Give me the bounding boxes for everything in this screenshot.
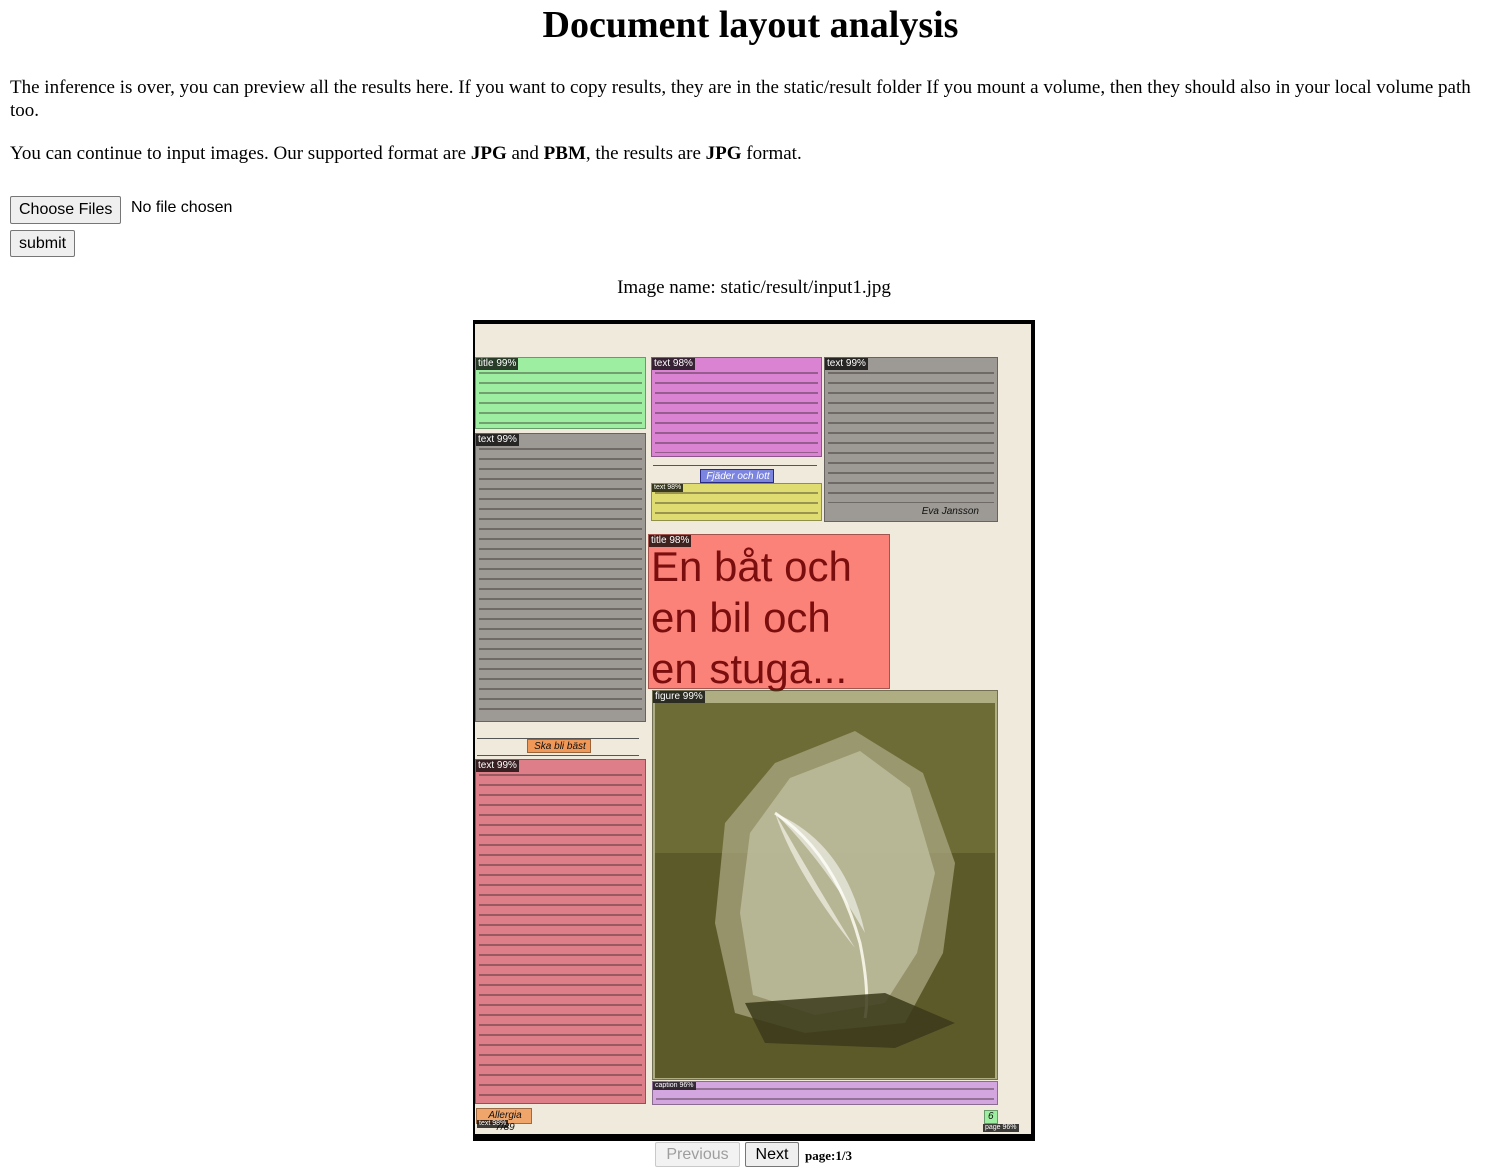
format-and: and (506, 143, 544, 164)
section-heading: Fjäder och lott (706, 471, 770, 482)
region-label: text 99% (825, 358, 868, 370)
submit-button[interactable]: submit (10, 230, 76, 257)
page-indicator: page:1/3 (805, 1148, 852, 1163)
format-pbm: PBM (543, 143, 586, 164)
headline-text: En båt och en bil och en stuga... (651, 543, 852, 692)
region-label: page 96% (983, 1124, 1019, 1132)
region-label: text 99% (476, 434, 519, 446)
file-status: No file chosen (131, 199, 233, 216)
text-region: text 98% (651, 357, 822, 457)
text-lines (656, 1088, 994, 1101)
intro-text: The inference is over, you can preview a… (10, 77, 1471, 121)
next-button[interactable]: Next (745, 1142, 799, 1167)
image-name-label: Image name: static/result/input1.jpg (617, 277, 891, 298)
text-region: Allergia 7/89 text 98% (476, 1108, 532, 1133)
format-text: You can continue to input images. Our su… (10, 142, 1480, 165)
text-lines (479, 774, 642, 1100)
subheading-region: Ska bli bäst (527, 739, 591, 753)
choose-files-button[interactable]: Choose Files (10, 196, 122, 224)
text-region: text 99% (475, 433, 646, 722)
document-page: title 99% text 98% text 99% Eva Jansson … (475, 324, 1031, 1134)
format-mid: , the results are (585, 143, 706, 164)
previous-button[interactable]: Previous (655, 1142, 740, 1167)
region-label: title 99% (476, 358, 519, 370)
page-number-region: 6 (984, 1110, 998, 1124)
rule (653, 465, 817, 466)
text-lines (655, 372, 818, 453)
byline: Eva Jansson (921, 506, 979, 517)
region-label: figure 99% (653, 691, 705, 703)
page-title: Document layout analysis (542, 4, 959, 46)
text-lines (479, 372, 642, 425)
text-region: text 98% (651, 483, 822, 521)
feather-photo (655, 703, 995, 1078)
caption-region: caption 96% (652, 1081, 998, 1105)
region-label: text 98% (652, 484, 684, 492)
region-label: text 98% (477, 1120, 509, 1128)
region-label: text 99% (476, 760, 519, 772)
text-region: text 99% Eva Jansson (824, 357, 998, 522)
section-heading: Ska bli bäst (534, 741, 586, 752)
title-region: title 99% (475, 357, 646, 429)
result-image: title 99% text 98% text 99% Eva Jansson … (473, 320, 1035, 1141)
format-jpg-result: JPG (705, 143, 742, 164)
format-jpg: JPG (470, 143, 507, 164)
region-label: text 98% (652, 358, 695, 370)
list-region: Fjäder och lott (700, 469, 774, 483)
text-lines (479, 448, 642, 718)
page-number: 6 (988, 1111, 994, 1122)
format-prefix: You can continue to input images. Our su… (10, 143, 471, 164)
format-suffix: format. (741, 143, 802, 164)
text-region: text 99% (475, 759, 646, 1104)
big-title-region: title 98% En båt och en bil och en stuga… (648, 534, 890, 692)
text-lines (828, 372, 994, 503)
figure-region: figure 99% (652, 690, 998, 1080)
text-lines (655, 492, 818, 517)
rule (477, 755, 639, 756)
